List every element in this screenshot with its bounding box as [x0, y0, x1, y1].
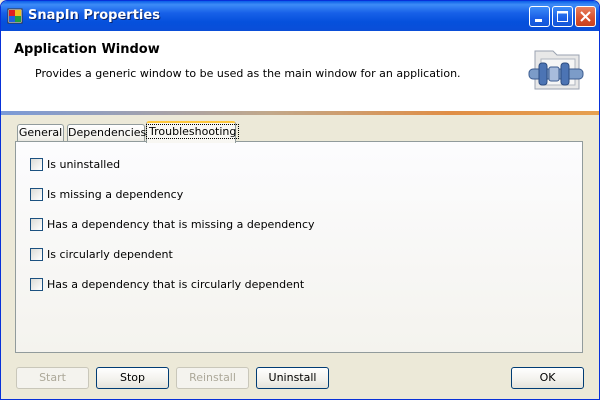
dependency-circularly-dependent-label[interactable]: Has a dependency that is circularly depe…	[47, 278, 304, 291]
minimize-button[interactable]	[529, 6, 550, 27]
is-uninstalled-label[interactable]: Is uninstalled	[47, 158, 120, 171]
reinstall-button[interactable]: Reinstall	[176, 367, 249, 389]
circularly-dependent-label[interactable]: Is circularly dependent	[47, 248, 173, 261]
maximize-button[interactable]	[552, 6, 573, 27]
header-title: Application Window	[14, 42, 160, 57]
header-separator	[1, 111, 599, 115]
uninstall-button[interactable]: Uninstall	[256, 367, 329, 389]
missing-dependency-label[interactable]: Is missing a dependency	[47, 188, 183, 201]
close-button[interactable]	[575, 6, 596, 27]
title-bar[interactable]: SnapIn Properties	[1, 1, 599, 31]
tab-troubleshooting-label: Troubleshooting	[145, 124, 240, 139]
tab-dependencies[interactable]: Dependencies	[67, 124, 147, 142]
tab-general[interactable]: General	[17, 124, 64, 142]
dependency-missing-dependency-checkbox[interactable]	[30, 218, 43, 231]
header-panel: Application Window Provides a generic wi…	[1, 31, 599, 111]
snapin-properties-dialog: SnapIn Properties Application Window Pro…	[0, 0, 600, 400]
tab-general-label: General	[18, 126, 63, 139]
close-icon	[580, 11, 591, 22]
troubleshooting-panel	[15, 141, 583, 353]
stop-button[interactable]: Stop	[96, 367, 169, 389]
ok-button[interactable]: OK	[511, 367, 584, 389]
maximize-icon	[557, 11, 568, 22]
dependency-circularly-dependent-checkbox[interactable]	[30, 278, 43, 291]
snapin-folder-icon	[528, 50, 584, 90]
header-description: Provides a generic window to be used as …	[35, 67, 461, 80]
tab-dependencies-label: Dependencies	[68, 126, 147, 139]
is-uninstalled-checkbox[interactable]	[30, 158, 43, 171]
window-title: SnapIn Properties	[28, 8, 160, 23]
start-button[interactable]: Start	[16, 367, 89, 389]
app-icon	[7, 8, 23, 24]
tab-troubleshooting[interactable]: Troubleshooting	[145, 121, 240, 143]
missing-dependency-checkbox[interactable]	[30, 188, 43, 201]
dependency-missing-dependency-label[interactable]: Has a dependency that is missing a depen…	[47, 218, 315, 231]
circularly-dependent-checkbox[interactable]	[30, 248, 43, 261]
minimize-icon	[535, 19, 542, 22]
